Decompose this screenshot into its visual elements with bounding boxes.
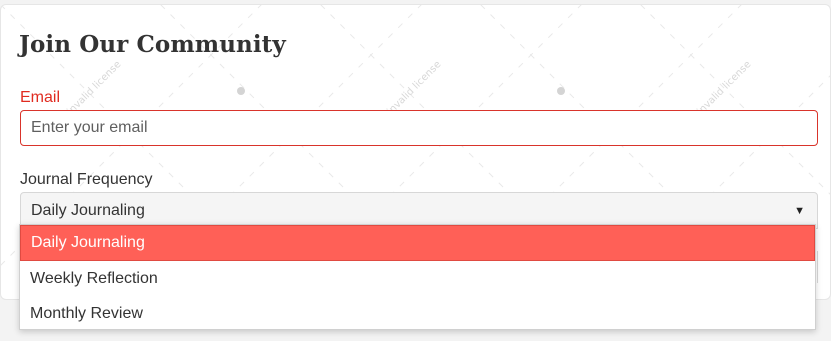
watermark-text: invalid license xyxy=(695,59,753,117)
watermark-text: invalid license xyxy=(385,59,443,117)
journal-frequency-selected-value: Daily Journaling xyxy=(31,201,145,219)
page-title: Join Our Community xyxy=(19,31,286,58)
option-weekly-reflection[interactable]: Weekly Reflection xyxy=(20,261,815,296)
watermark-logo-icon xyxy=(557,87,565,95)
watermark-text: invalid license xyxy=(65,59,123,117)
email-label: Email xyxy=(20,89,61,106)
caret-down-icon: ▼ xyxy=(794,204,805,217)
journal-frequency-dropdown: Daily Journaling Weekly Reflection Month… xyxy=(19,224,816,330)
option-daily-journaling[interactable]: Daily Journaling xyxy=(20,225,815,261)
option-monthly-review[interactable]: Monthly Review xyxy=(20,296,815,331)
watermark-logo-icon xyxy=(237,87,245,95)
journal-frequency-label: Journal Frequency xyxy=(20,171,153,188)
email-input[interactable] xyxy=(20,110,818,146)
